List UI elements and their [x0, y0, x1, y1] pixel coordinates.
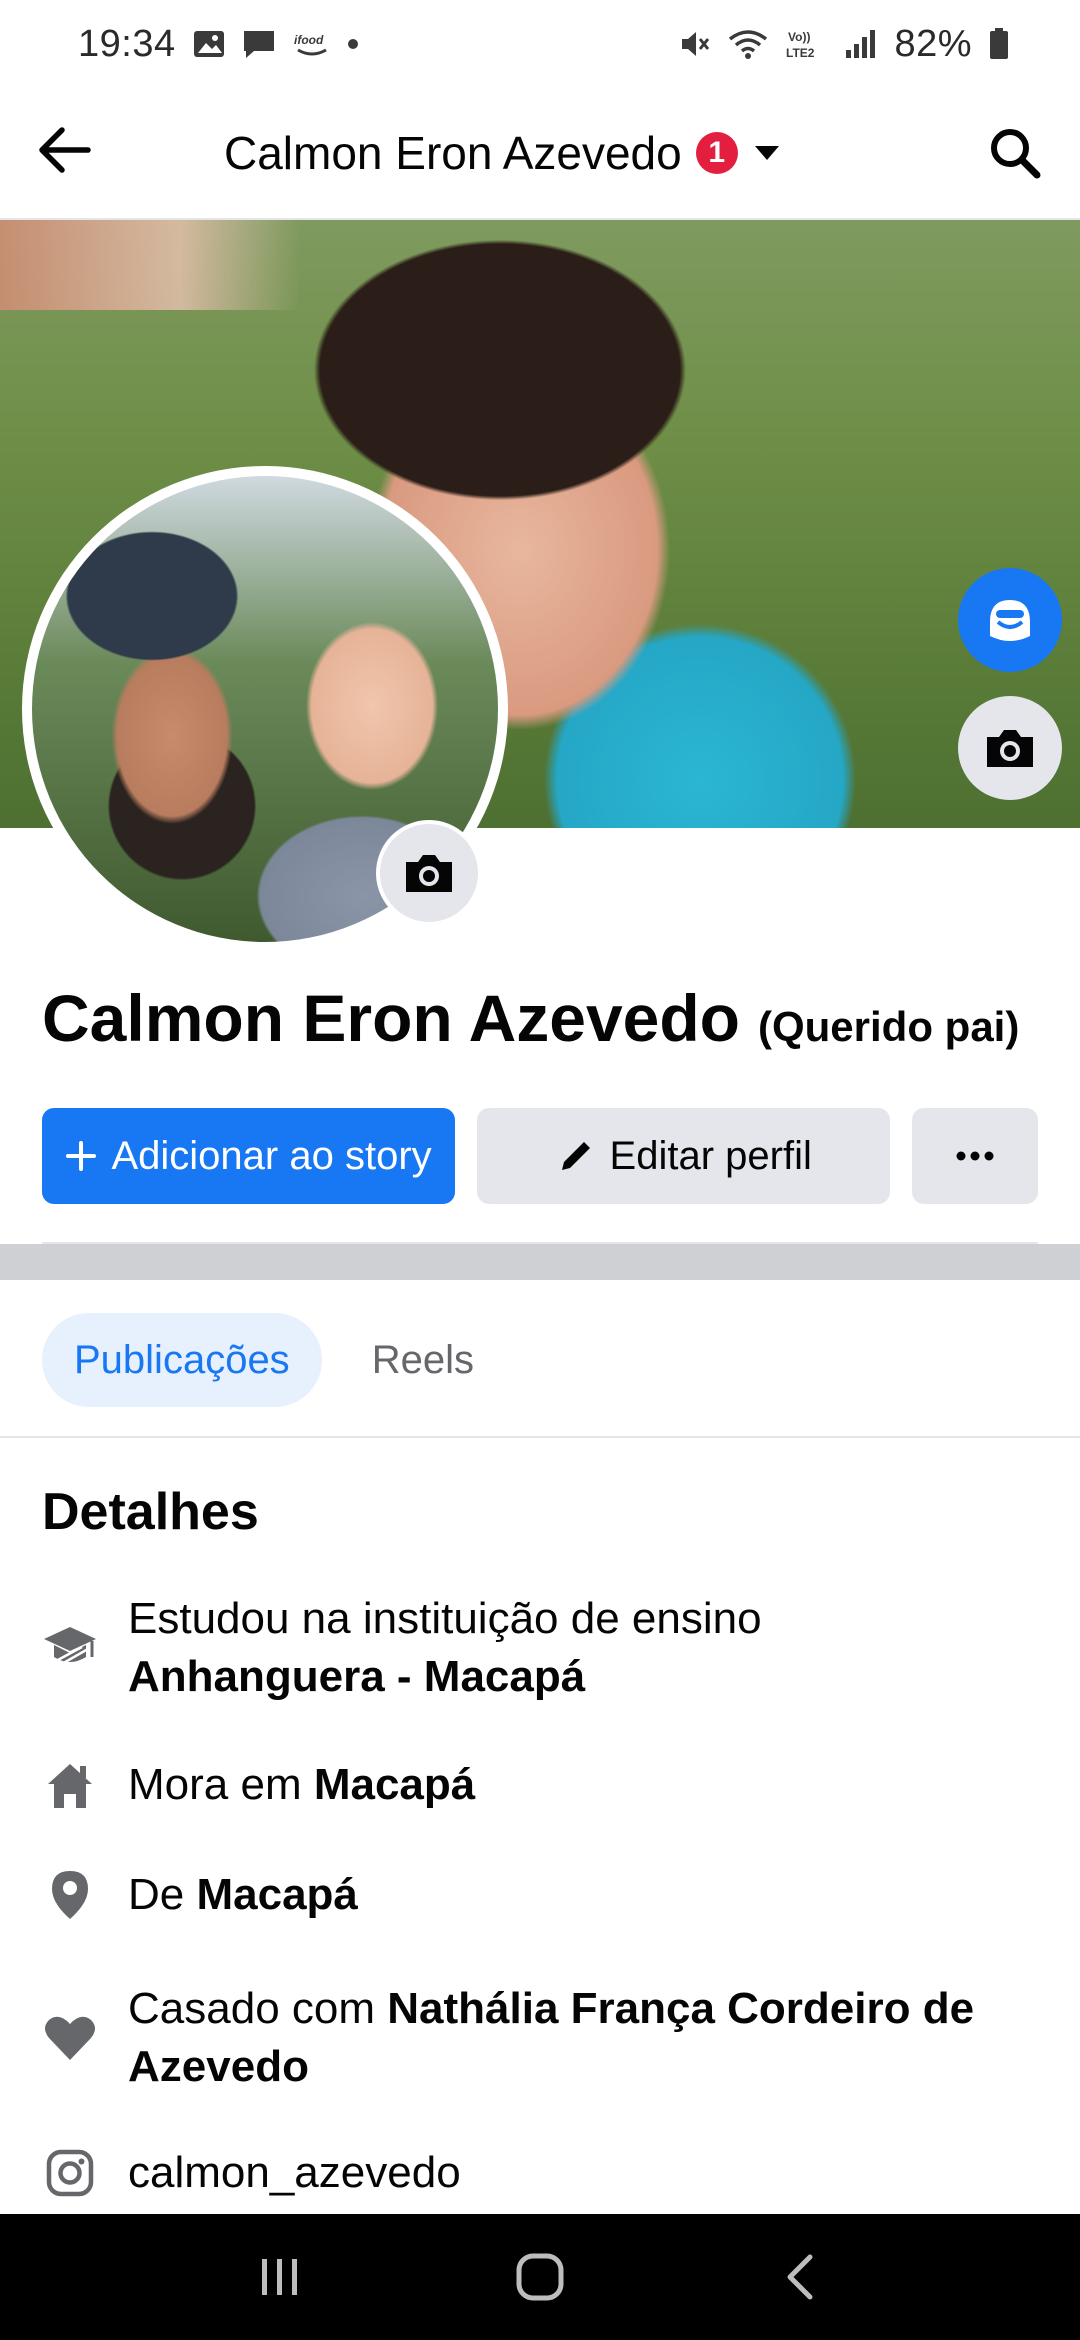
tab-reels[interactable]: Reels — [340, 1313, 506, 1407]
home-button[interactable] — [480, 2227, 600, 2327]
header-title: Calmon Eron Azevedo — [224, 127, 682, 179]
system-navigation-bar — [0, 2214, 1080, 2340]
detail-education-prefix: Estudou na instituição de ensino — [128, 1594, 762, 1643]
recent-apps-button[interactable] — [220, 2227, 340, 2327]
add-to-story-label: Adicionar ao story — [111, 1133, 432, 1178]
camera-icon — [987, 730, 1033, 767]
detail-lives-in-text: Mora em Macapá — [128, 1756, 475, 1814]
location-pin-icon — [42, 1867, 98, 1923]
dot-icon — [347, 39, 358, 49]
plus-icon — [66, 1141, 97, 1171]
detail-education-text: Estudou na instituição de ensino Anhangu… — [128, 1590, 762, 1706]
gallery-icon — [192, 29, 226, 59]
message-icon — [242, 28, 276, 60]
wifi-icon — [728, 27, 768, 61]
detail-education-value: Anhanguera - Macapá — [128, 1652, 586, 1701]
volte-icon: Vo)) LTE2 — [784, 27, 828, 61]
mute-icon — [678, 27, 712, 61]
detail-lives-in[interactable]: Mora em Macapá — [42, 1756, 1038, 1814]
more-options-button[interactable] — [912, 1108, 1038, 1204]
instagram-icon — [42, 2145, 98, 2201]
status-time: 19:34 — [78, 22, 176, 65]
avatar-icon — [990, 600, 1030, 641]
caret-down-icon — [754, 146, 779, 160]
detail-relationship-prefix: Casado com — [128, 1984, 376, 2033]
edit-cover-button[interactable] — [958, 696, 1062, 800]
divider — [0, 1436, 1080, 1438]
detail-from-value: Macapá — [196, 1870, 358, 1919]
profile-name-main: Calmon Eron Azevedo — [42, 981, 740, 1055]
profile-actions: Adicionar ao story Editar perfil — [42, 1108, 1038, 1204]
camera-icon — [406, 855, 452, 892]
system-back-button[interactable] — [740, 2227, 860, 2327]
detail-instagram-value: calmon_azevedo — [128, 2148, 461, 2197]
notification-badge: 1 — [695, 132, 738, 174]
edit-profile-picture-button[interactable] — [376, 820, 482, 926]
search-button[interactable] — [980, 118, 1050, 188]
home-icon — [42, 1757, 98, 1813]
profile-alternate-name: (Querido pai) — [758, 1003, 1020, 1050]
edit-profile-label: Editar perfil — [609, 1133, 812, 1178]
detail-education[interactable]: Estudou na instituição de ensino Anhangu… — [42, 1590, 1038, 1706]
battery-icon — [988, 27, 1010, 61]
detail-instagram-text: calmon_azevedo — [128, 2144, 461, 2202]
detail-from-prefix: De — [128, 1870, 185, 1919]
chevron-left-icon — [787, 2254, 813, 2300]
add-to-story-button[interactable]: Adicionar ao story — [42, 1108, 456, 1204]
cover-photo-detail — [0, 220, 300, 310]
svg-text:LTE2: LTE2 — [786, 46, 815, 60]
heart-icon — [42, 2010, 98, 2066]
edit-profile-button[interactable]: Editar perfil — [477, 1108, 891, 1204]
detail-lives-in-value: Macapá — [313, 1760, 476, 1809]
graduation-cap-icon — [42, 1620, 98, 1676]
profile-tabs: Publicações Reels — [42, 1312, 506, 1408]
back-arrow-icon — [39, 127, 91, 173]
profile-name: Calmon Eron Azevedo (Querido pai) — [42, 980, 1019, 1056]
status-bar-right: Vo)) LTE2 82% — [678, 23, 1010, 66]
status-bar-left: 19:34 ifood — [78, 23, 358, 66]
more-icon — [956, 1151, 994, 1161]
detail-relationship-text: Casado com Nathália França Cordeiro de A… — [128, 1980, 1038, 2096]
status-bar: 19:34 ifood Vo)) LTE2 82% — [0, 0, 1080, 88]
search-icon — [991, 129, 1041, 179]
detail-from[interactable]: De Macapá — [42, 1866, 1038, 1924]
signal-icon — [844, 28, 878, 60]
detail-relationship[interactable]: Casado com Nathália França Cordeiro de A… — [42, 1980, 1038, 2096]
detail-lives-in-prefix: Mora em — [128, 1760, 302, 1809]
tab-publicacoes[interactable]: Publicações — [42, 1313, 322, 1407]
section-separator — [0, 1244, 1080, 1280]
app-header: Calmon Eron Azevedo 1 — [0, 88, 1080, 220]
svg-text:ifood: ifood — [294, 33, 324, 47]
ifood-icon: ifood — [292, 30, 332, 58]
recent-apps-icon — [262, 2259, 297, 2295]
svg-text:Vo)): Vo)) — [788, 30, 810, 44]
pencil-icon — [561, 1142, 590, 1170]
detail-instagram[interactable]: calmon_azevedo — [42, 2144, 1038, 2202]
profile-switcher[interactable]: Calmon Eron Azevedo 1 — [224, 118, 782, 188]
back-button[interactable] — [32, 118, 96, 182]
home-circle-icon — [516, 2253, 564, 2301]
avatar-button[interactable] — [958, 568, 1062, 672]
details-title: Detalhes — [42, 1483, 259, 1541]
battery-percent: 82% — [894, 22, 972, 65]
detail-from-text: De Macapá — [128, 1866, 358, 1924]
